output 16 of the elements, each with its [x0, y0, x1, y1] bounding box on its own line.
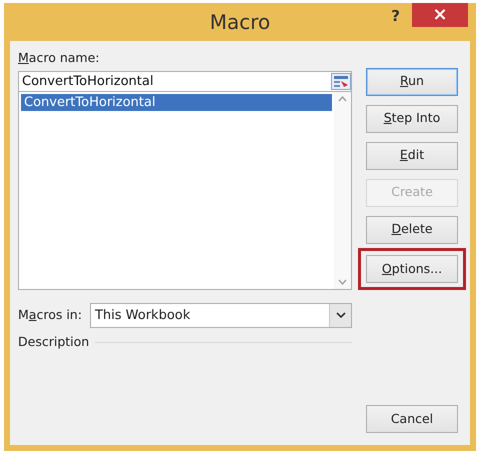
dialog-button[interactable]: Edit	[366, 142, 458, 170]
macro-name-field[interactable]: ConvertToHorizontal	[18, 70, 352, 92]
cancel-button[interactable]: Cancel	[366, 405, 458, 433]
dialog-button[interactable]: Step Into	[366, 104, 458, 132]
dialog-button[interactable]: Run	[366, 68, 458, 96]
description-label: Description	[18, 332, 90, 351]
macros-in-dropdown[interactable]: This Workbook	[90, 302, 352, 328]
window-title: Macro	[210, 9, 270, 36]
macros-in-label: Macros in:	[18, 306, 82, 324]
collapse-dialog-icon[interactable]	[331, 72, 351, 90]
macro-name-label: Macro name:	[18, 49, 100, 67]
dialog-button[interactable]: Delete	[366, 216, 458, 244]
dialog-button[interactable]: Options...	[366, 255, 458, 283]
help-button[interactable]: ?	[385, 3, 406, 30]
close-button[interactable]: ×	[412, 3, 468, 27]
macro-list-item[interactable]: ConvertToHorizontal	[21, 94, 332, 111]
